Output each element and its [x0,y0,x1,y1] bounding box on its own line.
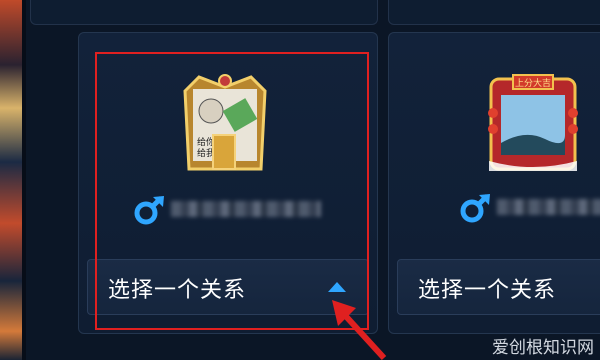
pointer-arrow [332,300,387,360]
relationship-card-2: 上分大吉 选择一个关系 [388,32,600,334]
watermark: 爱创根知识网 [492,338,594,358]
avatar-banner: 上分大吉 [515,77,551,89]
highlight-box [95,52,369,330]
avatar-frame-festive[interactable]: 上分大吉 [485,73,581,177]
side-artwork-strip [0,0,26,360]
username-redacted [497,199,600,215]
top-card-left-edge [30,0,378,25]
relationship-select-2[interactable]: 选择一个关系 [397,259,600,315]
top-card-right-edge [388,0,600,25]
male-icon [460,194,490,223]
select-label: 选择一个关系 [418,278,557,303]
